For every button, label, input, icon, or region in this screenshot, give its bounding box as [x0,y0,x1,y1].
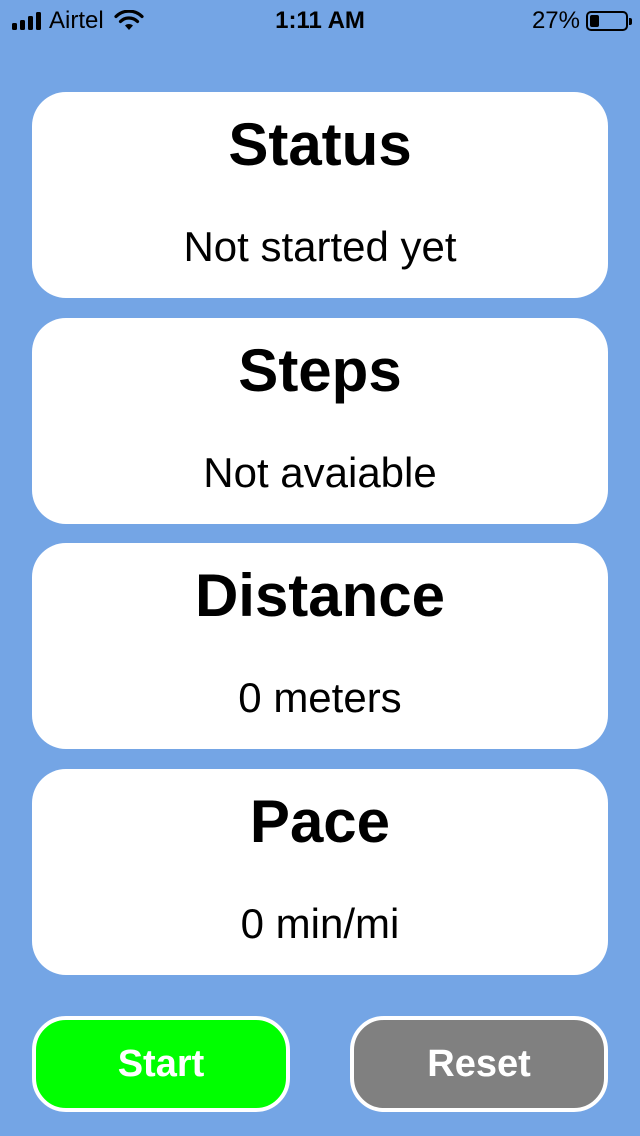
status-bar-right: 27% [531,7,632,34]
pace-card: Pace 0 min/mi [32,769,608,975]
pace-title: Pace [249,788,391,855]
status-value: Not started yet [183,223,457,270]
distance-card: Distance 0 meters [32,543,608,749]
start-button[interactable]: Start [32,1016,290,1112]
status-bar: Airtel 1:11 AM 27% [0,0,640,40]
reset-button[interactable]: Reset [350,1016,608,1112]
steps-value: Not avaiable [203,449,437,496]
battery-cap [629,18,632,25]
battery-icon [586,11,632,31]
steps-card: Steps Not avaiable [32,318,608,524]
status-card: Status Not started yet [32,92,608,298]
status-title: Status [228,111,412,178]
distance-value: 0 meters [238,674,402,721]
pace-value: 0 min/mi [240,900,400,947]
distance-title: Distance [194,562,446,629]
battery-level-fill [590,15,599,27]
steps-title: Steps [238,337,402,404]
battery-percent: 27% [531,7,580,34]
